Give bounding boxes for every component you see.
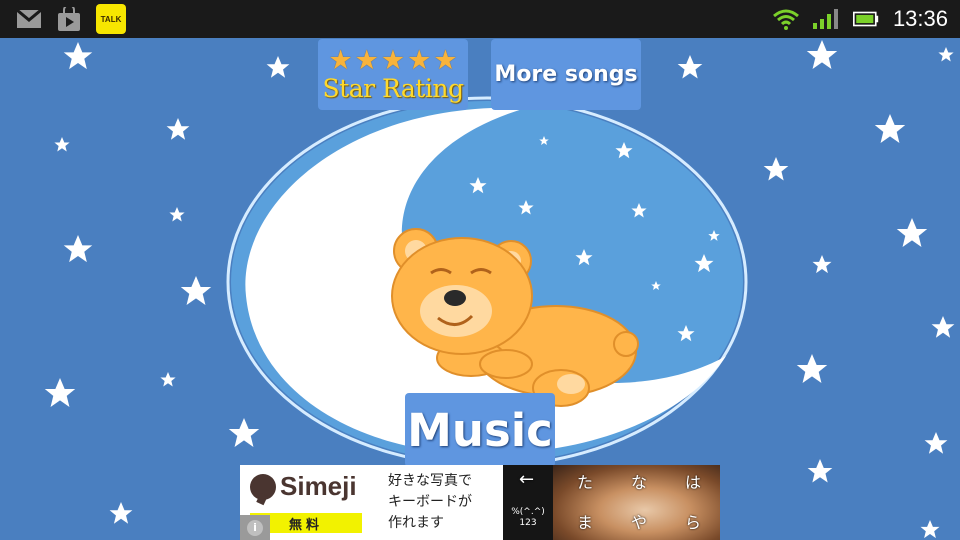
keyboard-key: や [631,513,648,532]
battery-icon [852,7,879,31]
ad-keyboard-preview: ← %(^.^) 123 た な は ま や ら [503,465,720,540]
more-songs-button[interactable]: More songs [491,39,641,110]
keyboard-key: は [685,473,702,492]
star-icon: ★ [380,44,406,76]
symbol-key-label: %(^.^) [511,507,545,517]
ad-copy-line: 作れます [388,515,444,531]
symbol-key: %(^.^) 123 [509,507,547,529]
star-icon: ★ [433,44,458,76]
ad-copy-line: 好きな写真で [388,473,472,489]
keyboard-key: な [631,473,648,492]
simeji-brand: Simeji [280,471,357,501]
ad-copy-line: キーボードが [388,494,472,510]
talk-label: TALK [100,14,122,24]
star-icon: ★ [407,44,432,76]
ad-banner[interactable]: Simeji 無料 i 好きな写真で キーボードが 作れます ← %(^.^) … [240,465,720,540]
ad-copy: 好きな写真で キーボードが 作れます [388,471,498,534]
star-rating-button[interactable]: ★ ★ ★ ★ ★ Star Rating [318,39,468,110]
keyboard-key: ら [685,513,702,532]
star-rating-label: Star Rating [322,73,464,103]
music-button[interactable]: Music [405,393,555,467]
star-icon: ★ [328,44,353,76]
clock: 13:36 [892,6,948,31]
gmail-icon [16,7,42,31]
arrow-key: ← [519,469,535,490]
ad-info-button[interactable]: i [240,515,270,540]
rating-stars: ★ ★ ★ ★ ★ [328,47,457,74]
keyboard-key: た [577,473,594,492]
numbers-key-label: 123 [519,518,537,528]
star-icon: ★ [354,44,379,76]
status-bar: TALK 13:36 [0,0,960,38]
wifi-icon [772,7,799,31]
play-store-icon [56,7,82,31]
keyboard-key: ま [577,513,594,532]
simeji-logo: Simeji [250,471,357,502]
simeji-logo-icon [250,473,276,500]
info-icon: i [247,519,263,536]
signal-icon [812,7,839,31]
kakaotalk-icon: TALK [96,4,126,34]
